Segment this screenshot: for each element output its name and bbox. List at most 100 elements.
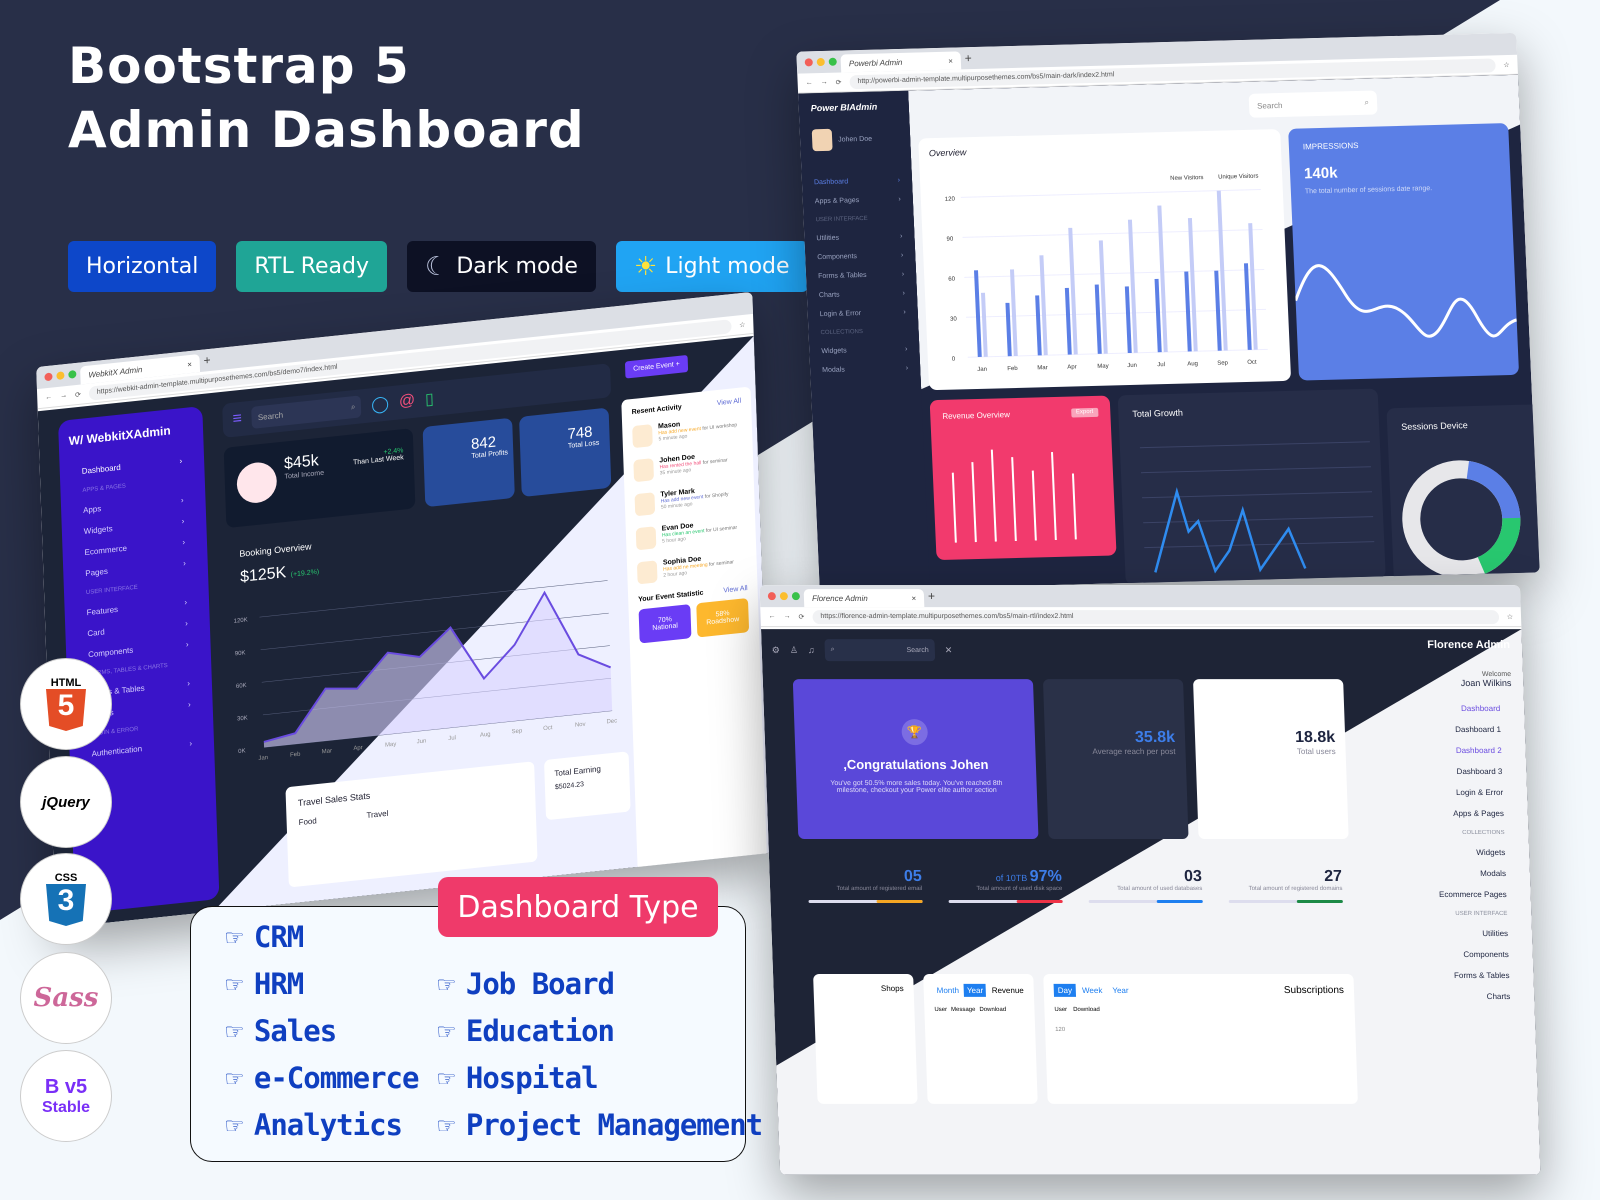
search-input[interactable]: Search ⌕ — [1248, 90, 1378, 118]
sidebar-item[interactable]: Components — [1384, 944, 1521, 965]
chat-icon[interactable]: ◯ — [371, 393, 390, 415]
new-tab-icon[interactable]: + — [203, 353, 210, 368]
badge-rtl[interactable]: RTL Ready — [236, 241, 388, 292]
star-icon[interactable]: ☆ — [739, 320, 745, 329]
sidebar-item[interactable]: Login & Error — [1379, 782, 1516, 803]
reload-icon[interactable]: ⟳ — [798, 613, 804, 621]
forward-icon[interactable]: → — [821, 79, 828, 86]
gear-icon[interactable]: ⚙ — [772, 645, 780, 656]
user-name[interactable]: Johen Doe — [838, 135, 872, 143]
maximize-dot[interactable] — [828, 57, 837, 66]
activity-item[interactable]: Sophia Doe Has add ne meeting for seminar… — [636, 551, 747, 585]
export-button[interactable]: Export — [1070, 407, 1099, 418]
url-field[interactable]: https://florence-admin-template.multipur… — [812, 609, 1499, 624]
close-dot[interactable] — [44, 372, 53, 382]
minimize-dot[interactable] — [779, 592, 789, 601]
minimize-dot[interactable] — [816, 57, 825, 67]
reload-icon[interactable]: ⟳ — [75, 390, 81, 399]
activity-item[interactable]: Evan Doe Has clean an event for UI semina… — [635, 517, 746, 551]
sidebar-item[interactable]: Charts — [1386, 986, 1523, 1007]
dashboard-type-label: e-Commerce — [253, 1061, 420, 1095]
sidebar-item[interactable]: Utilities — [1384, 923, 1521, 944]
chevron-right-icon: › — [189, 738, 193, 749]
view-all-link[interactable]: View All — [717, 398, 742, 408]
search-input[interactable]: Search ⌕ — [251, 395, 362, 429]
close-icon[interactable]: × — [911, 594, 916, 603]
loss-stat-card: 748 Total Loss — [519, 407, 612, 498]
sidebar-item[interactable]: Modals — [1382, 863, 1519, 884]
browser-tab[interactable]: Powerbi Admin × — [840, 51, 962, 73]
sidebar-item[interactable]: Dashboard — [1376, 698, 1513, 719]
activity-item[interactable]: Johen Doe Has rented the hall for seminar… — [633, 449, 743, 483]
close-dot[interactable] — [767, 592, 777, 601]
badge-dark-mode[interactable]: ☾ Dark mode — [407, 241, 596, 292]
star-icon[interactable]: ☆ — [1507, 613, 1514, 621]
close-icon[interactable]: × — [187, 359, 192, 369]
fullscreen-icon[interactable]: ✕ — [945, 645, 953, 656]
sidebar-item[interactable]: Dashboard 1 — [1377, 719, 1514, 740]
browser-tab[interactable]: Florence Admin × — [803, 589, 925, 608]
activity-text: Evan Doe Has clean an event for UI semina… — [662, 518, 738, 548]
close-dot[interactable] — [804, 58, 813, 67]
tab-title: WebkitX Admin — [88, 364, 143, 380]
clipboard-icon[interactable]: ▯ — [425, 389, 434, 410]
user-icon[interactable]: ♙ — [790, 645, 798, 656]
sidebar-item[interactable]: Forms & Tables — [1385, 965, 1522, 986]
activity-item[interactable]: Tyler Mark Has add new event for Shopify 5… — [634, 483, 745, 517]
sidebar-item-label: Charts — [818, 291, 840, 300]
create-event-button[interactable]: Create Event + — [624, 354, 689, 379]
badge-light-mode[interactable]: ☀ Light mode — [615, 241, 808, 292]
forward-icon[interactable]: → — [60, 392, 67, 400]
webkit-browser-window: WebkitX Admin × + ← → ⟳ https://webkit-admi… — [36, 291, 772, 929]
sidebar-item-label: Modals — [1480, 869, 1507, 879]
tab-year[interactable]: Year — [1108, 984, 1133, 997]
maximize-dot[interactable] — [791, 592, 801, 601]
x-tick-label: Dec — [606, 718, 617, 725]
star-icon[interactable]: ☆ — [1503, 61, 1510, 69]
activity-panel: Resent Activity View All Mason Has add new… — [621, 386, 767, 872]
activity-item[interactable]: Mason Has add new event for UI workshop 5 … — [632, 415, 742, 449]
tech-name: jQuery — [42, 793, 90, 811]
user-name[interactable]: Joan Wilkins — [1375, 678, 1512, 688]
dashboard-type-label: Sales — [253, 1014, 337, 1048]
sidebar-item[interactable]: Modals › — [810, 359, 921, 381]
x-tick-label: Jun — [1127, 363, 1137, 369]
bell-icon[interactable]: ♫ — [808, 645, 815, 655]
thumbs-up-icon: ☞ — [438, 1014, 455, 1048]
sidebar-item[interactable]: Apps & Pages — [1379, 803, 1516, 824]
activity-text: Tyler Mark Has add new event for Shopify 5… — [660, 484, 729, 513]
maximize-dot[interactable] — [68, 369, 77, 379]
menu-icon[interactable]: ≡ — [232, 410, 242, 429]
tab-week[interactable]: Week — [1078, 984, 1107, 997]
minimize-dot[interactable] — [56, 371, 65, 381]
badge-horizontal[interactable]: Horizontal — [68, 241, 217, 292]
forward-icon[interactable]: → — [783, 613, 790, 620]
hero-title: Bootstrap 5 Admin Dashboard — [68, 34, 585, 162]
usage-progress-fill — [1017, 899, 1063, 903]
sidebar-item-label: Components — [1463, 949, 1509, 959]
back-icon[interactable]: ← — [45, 394, 52, 402]
tab-year[interactable]: Year — [963, 983, 987, 997]
bar-new-visitors — [1154, 278, 1162, 353]
back-icon[interactable]: ← — [806, 79, 813, 86]
sidebar-item-label: Components — [817, 253, 858, 262]
y-tick-label: 0K — [238, 748, 246, 755]
sidebar-item[interactable]: Dashboard 3 — [1378, 761, 1515, 782]
tab-month[interactable]: Month — [933, 984, 962, 997]
chevron-right-icon: › — [899, 232, 903, 240]
sidebar-item[interactable]: Widgets — [1381, 842, 1518, 863]
new-tab-icon[interactable]: + — [964, 51, 972, 65]
overview-bar-chart: 0 30 60 90 120 Jan Feb Mar Apr May Jun Jul Aug Sep Oct… — [945, 174, 1268, 373]
view-all-link[interactable]: View All — [723, 585, 748, 595]
tab-day[interactable]: Day — [1053, 983, 1077, 997]
search-input[interactable]: ⌕ Search — [824, 639, 936, 662]
sidebar-item[interactable]: Dashboard 2 — [1377, 740, 1514, 761]
close-icon[interactable]: × — [948, 56, 953, 65]
sidebar-item[interactable]: Ecommerce Pages — [1382, 884, 1519, 905]
at-icon[interactable]: @ — [399, 392, 416, 412]
badge-label: RTL Ready — [254, 254, 370, 279]
new-tab-icon[interactable]: + — [928, 589, 936, 603]
back-icon[interactable]: ← — [768, 613, 775, 620]
column-label: Food — [298, 816, 317, 828]
reload-icon[interactable]: ⟳ — [835, 78, 842, 86]
